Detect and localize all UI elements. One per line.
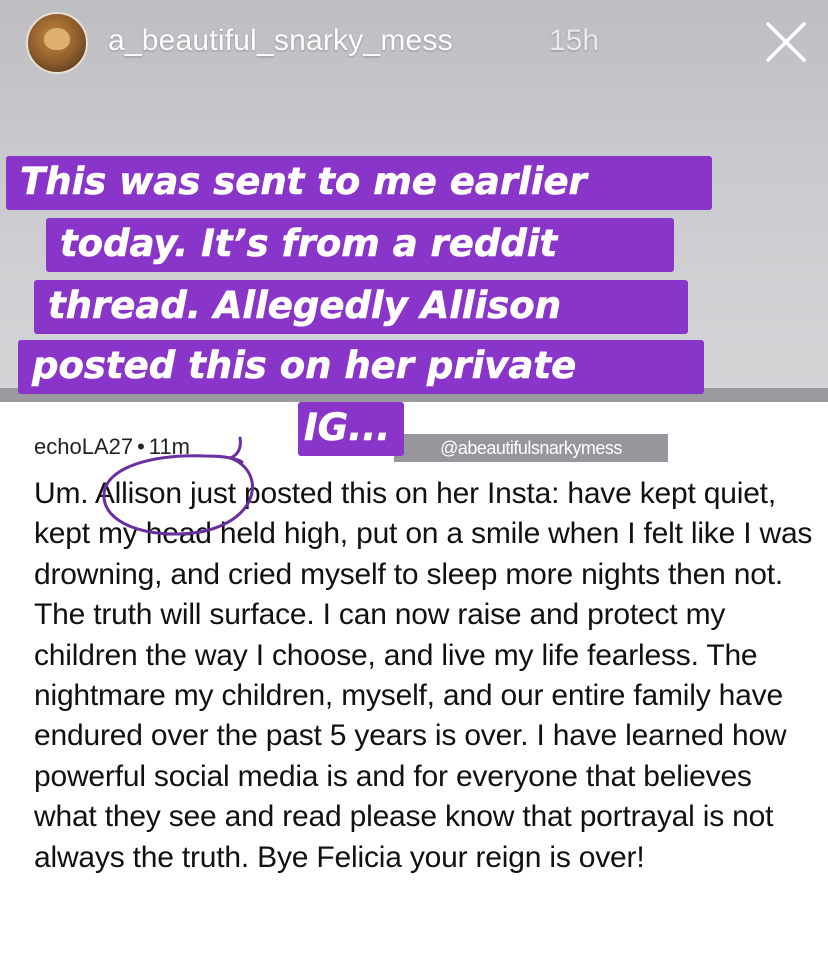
story-time: 15h (549, 24, 600, 57)
caption-line-3: thread. Allegedly Allison (34, 280, 688, 334)
caption-line-4: posted this on her private (18, 340, 704, 394)
reddit-author-line: echoLA27 • 11m (34, 434, 190, 460)
avatar[interactable] (26, 12, 88, 74)
close-icon (766, 22, 806, 62)
close-button[interactable] (764, 20, 808, 64)
caption-line-5: IG... (298, 402, 404, 456)
caption-line-2: today. It’s from a reddit (46, 218, 674, 272)
post-time: 11m (148, 434, 190, 459)
story-username[interactable]: a_beautiful_snarky_mess (108, 24, 453, 58)
reddit-author: echoLA27 (34, 434, 134, 459)
avatar-face (44, 28, 70, 50)
caption-line-1: This was sent to me earlier (6, 156, 712, 210)
separator-dot: • (137, 434, 145, 459)
post-body: Um. Allison just posted this on her Inst… (34, 477, 813, 874)
watermark: @abeautifulsnarkymess (394, 434, 668, 462)
